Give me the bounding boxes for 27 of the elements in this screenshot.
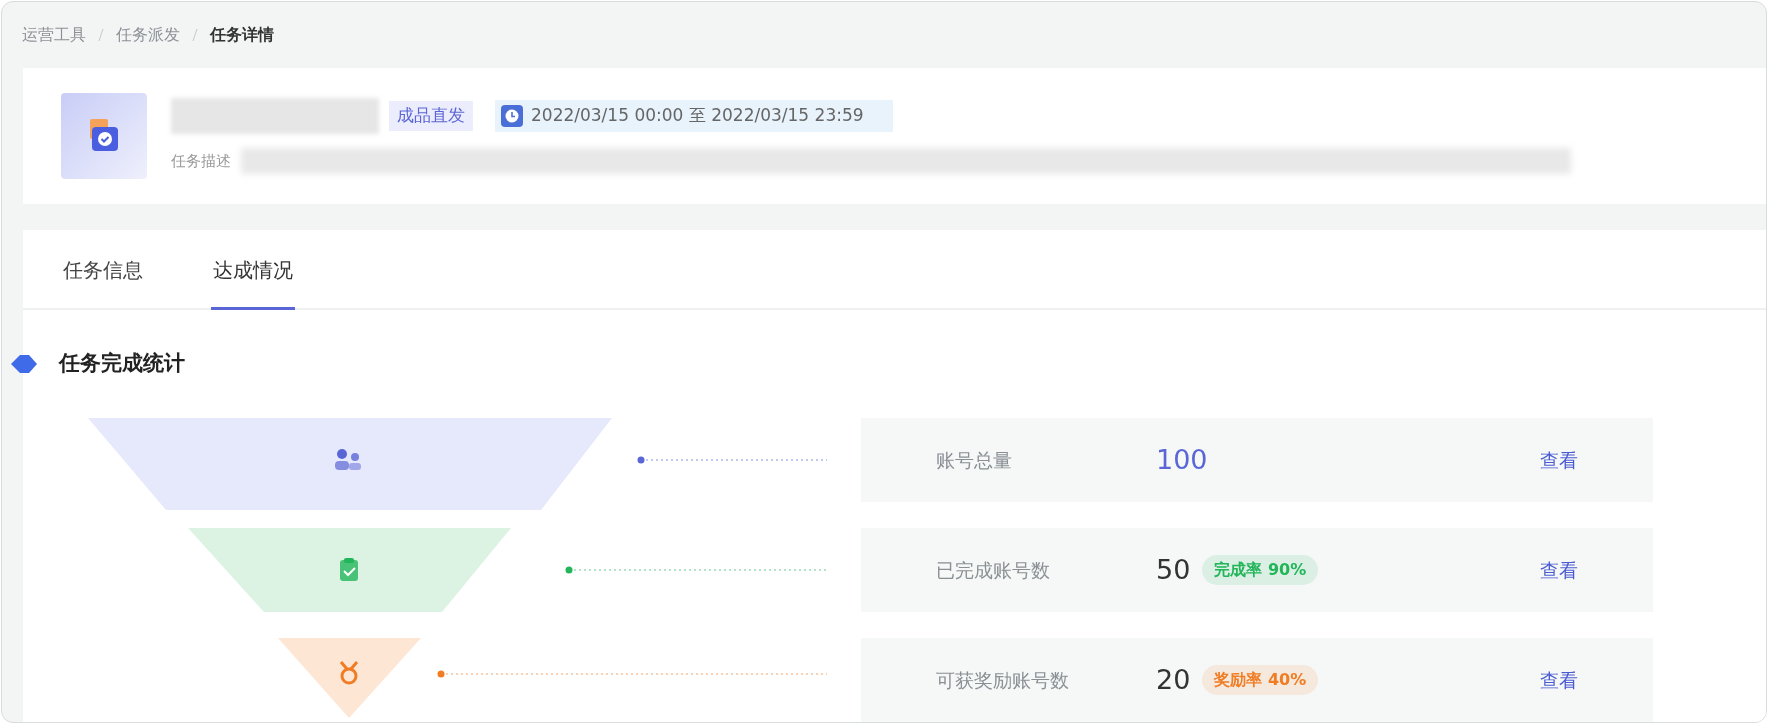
stat-value: 100 <box>1156 442 1208 477</box>
clock-icon <box>501 105 523 127</box>
view-link[interactable]: 查看 <box>1540 445 1578 475</box>
clipboard-check-icon <box>340 558 358 581</box>
section-marker-icon <box>11 355 37 373</box>
breadcrumb-link[interactable]: 运营工具 <box>22 23 86 47</box>
stat-label: 已完成账号数 <box>936 557 1051 583</box>
tab[interactable]: 任务信息 <box>61 232 145 310</box>
task-thumbnail-icon <box>61 93 147 179</box>
description-label: 任务描述 <box>171 150 231 172</box>
view-link[interactable]: 查看 <box>1540 665 1578 695</box>
time-range: 2022/03/15 00:00 至 2022/03/15 23:59 <box>531 104 864 128</box>
breadcrumb-link[interactable]: 任务派发 <box>116 23 180 47</box>
breadcrumb-link[interactable]: 任务详情 <box>210 23 274 47</box>
section-title: 任务完成统计 <box>59 350 185 378</box>
stat-label: 可获奖励账号数 <box>936 667 1070 693</box>
view-link[interactable]: 查看 <box>1540 555 1578 585</box>
breadcrumb-separator-icon <box>192 28 198 42</box>
stat-value: 20 <box>1156 662 1191 697</box>
task-type-tag: 成品直发 <box>389 101 473 131</box>
rate-badge: 奖励率 40% <box>1202 665 1319 695</box>
rate-badge: 完成率 90% <box>1202 555 1319 585</box>
stat-label: 账号总量 <box>936 447 1013 473</box>
people-icon <box>335 449 361 470</box>
tab[interactable]: 达成情况 <box>211 232 295 310</box>
breadcrumb-separator-icon <box>98 28 104 42</box>
stat-value: 50 <box>1156 552 1191 587</box>
